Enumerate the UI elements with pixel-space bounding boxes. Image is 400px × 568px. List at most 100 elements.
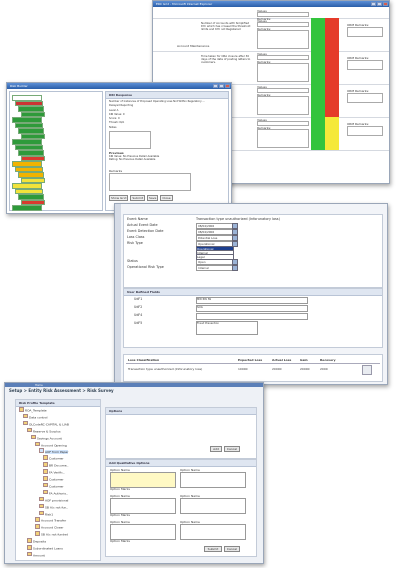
template-tree-node[interactable]: OLCodeRC-CAPITAL & LIAB xyxy=(23,420,69,427)
udf-input[interactable]: SOG xyxy=(196,305,308,312)
tree-node-label: Customer xyxy=(49,484,64,489)
template-tree-node[interactable]: Reserve & Surplus xyxy=(27,427,61,434)
udf-input[interactable]: MW RW IW xyxy=(196,297,308,304)
folder-icon xyxy=(23,413,28,419)
template-tree-node[interactable]: Subordinated Loans xyxy=(27,545,63,551)
cancel-button-2[interactable]: Cancel xyxy=(224,546,240,552)
tree-node-label: Risk1 xyxy=(45,512,54,516)
risk-tree[interactable] xyxy=(9,91,103,211)
template-tree-node[interactable]: ROA_Template xyxy=(19,407,47,413)
kri-button[interactable]: Submit xyxy=(130,194,146,201)
template-tree-node[interactable]: FA Authoris.. xyxy=(43,489,68,496)
tree-node-label: FA Authoris.. xyxy=(49,491,68,496)
submit-button[interactable]: Submit xyxy=(204,546,222,552)
tree-node-label: Reserve & Surplus xyxy=(33,429,61,434)
loss-header-cell: Gain xyxy=(300,358,308,362)
option-name-input[interactable] xyxy=(180,472,246,488)
close-icon[interactable] xyxy=(225,84,230,88)
tree-node-label: ROA_Template xyxy=(25,408,47,413)
template-tree-node[interactable]: Account Opening xyxy=(35,441,67,447)
folder-icon xyxy=(31,434,36,440)
tree-node-label: Data control xyxy=(29,415,48,420)
template-tree-node[interactable]: Risk1 xyxy=(39,510,54,516)
erc-remarks-box[interactable] xyxy=(257,96,309,115)
event-field-label: Loss Class xyxy=(127,235,145,239)
option-marks-label: Option Marks xyxy=(110,487,130,491)
option-name-input[interactable] xyxy=(180,498,246,514)
breadcrumb: Setup > Entity Risk Assessment > Risk Su… xyxy=(9,388,114,393)
option-name-input[interactable] xyxy=(110,498,176,514)
risk-tree-node[interactable] xyxy=(12,205,42,211)
template-tree-node[interactable]: Savings Account xyxy=(31,434,62,440)
template-tree-node[interactable]: AOF from Paper xyxy=(39,448,69,454)
minimize-icon[interactable] xyxy=(213,84,218,88)
option-name-input[interactable] xyxy=(180,524,246,540)
maximize-icon[interactable] xyxy=(377,2,382,6)
loss-row-cell: 20000 xyxy=(300,367,310,371)
event-field-label: Event Detection Date xyxy=(127,229,164,233)
kri-button[interactable]: Close xyxy=(160,194,173,201)
folder-icon xyxy=(35,531,40,536)
tree-node-label: OLCodeRC-CAPITAL & LIAB xyxy=(29,422,69,427)
risk-builder-title: Risk Builder xyxy=(10,84,28,88)
template-tree-node[interactable]: Data control xyxy=(23,413,48,420)
orm-remarks-box[interactable] xyxy=(347,126,383,136)
orm-remarks-box[interactable] xyxy=(347,93,383,103)
folder-icon xyxy=(39,510,44,515)
remarks-box[interactable] xyxy=(109,172,191,191)
erc-remarks-box[interactable] xyxy=(257,30,309,49)
erc-grid-titlebar: ERC Grid - Microsoft Internet Explorer xyxy=(153,1,389,7)
folder-icon xyxy=(35,441,40,446)
template-tree-node[interactable]: BR Docume.. xyxy=(43,462,68,468)
close-icon[interactable] xyxy=(383,2,388,6)
kri-button[interactable]: Show Grid xyxy=(109,194,129,201)
option-name-input[interactable] xyxy=(110,524,176,540)
calendar-icon[interactable] xyxy=(232,265,238,271)
template-tree-node[interactable]: Account Transfer xyxy=(35,517,66,523)
erc-remarks-box[interactable] xyxy=(257,63,309,82)
template-tree-node[interactable]: Customer xyxy=(43,482,64,489)
erc-grid-title: ERC Grid - Microsoft Internet Explorer xyxy=(156,2,213,6)
edit-icon[interactable] xyxy=(362,365,372,375)
risk-survey-window: Home Setup > Entity Risk Assessment > Ri… xyxy=(4,382,264,564)
option-name-input[interactable] xyxy=(110,472,176,488)
orm-remarks-box[interactable] xyxy=(347,60,383,70)
options-title: Options xyxy=(106,408,256,415)
erc-remarks-box[interactable] xyxy=(257,129,309,148)
udf-header: User Defined Fields xyxy=(124,289,382,296)
udf-input[interactable]: Fraud Prevention xyxy=(196,321,258,335)
template-tree-node[interactable]: Account Closer xyxy=(35,524,63,530)
template-tree-node[interactable]: Customer xyxy=(43,476,64,482)
kri-panel: KRI Response Number of Instances of Prop… xyxy=(105,91,229,211)
udf-input[interactable] xyxy=(196,313,308,320)
template-tree-node[interactable]: SB A/c not fun.. xyxy=(39,503,68,509)
cancel-button[interactable]: Cancel xyxy=(224,446,240,452)
add-button[interactable]: Add xyxy=(210,446,222,452)
template-tree-node[interactable]: FA Verific.. xyxy=(43,469,65,475)
risk-type-option[interactable]: Legal xyxy=(196,254,234,260)
notes-box[interactable] xyxy=(109,130,151,149)
kri-line: Notes xyxy=(109,125,117,129)
template-tree-node[interactable]: SB A/c not funded xyxy=(35,531,68,537)
template-tree-node[interactable]: Amount xyxy=(27,551,45,557)
minimize-icon[interactable] xyxy=(371,2,376,6)
tree-node-label: AOF provisional xyxy=(45,498,69,503)
loss-header-cell: Recovery xyxy=(320,358,336,362)
event-field-input[interactable]: Internal xyxy=(196,265,233,271)
folder-icon xyxy=(43,462,48,467)
maximize-icon[interactable] xyxy=(219,84,224,88)
status-green-cell xyxy=(311,51,325,84)
template-tree-node[interactable]: Customer xyxy=(43,455,64,461)
event-name-value: Transaction type unauthorized (Inforunat… xyxy=(196,217,280,221)
template-tree-node[interactable]: Deposits xyxy=(27,538,46,544)
status-red-cell xyxy=(325,18,339,51)
kri-button[interactable]: Save xyxy=(147,194,159,201)
tree-node-label: Deposits xyxy=(33,539,47,544)
option-marks-label: Option Marks xyxy=(110,539,130,543)
tab-home[interactable]: Home xyxy=(35,384,43,387)
template-tree-node[interactable]: AOF provisional xyxy=(39,496,69,503)
orm-remarks-box[interactable] xyxy=(347,27,383,37)
erc-row: Number of Accounts with Simplified KYC w… xyxy=(153,18,389,52)
loss-row-cell: 2000 xyxy=(320,367,328,371)
top-nav-bar: Home xyxy=(5,383,263,387)
